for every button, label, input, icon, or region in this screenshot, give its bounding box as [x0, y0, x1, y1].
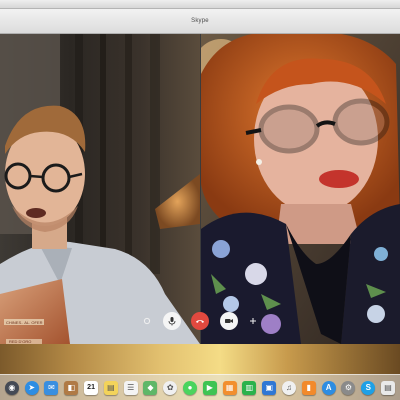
notes-icon[interactable]: ▤	[103, 380, 118, 395]
dock-glyph: ✉	[48, 383, 55, 392]
end-call-icon	[196, 320, 204, 323]
dock-glyph: ◉	[8, 383, 16, 392]
toggle-video-button[interactable]	[219, 312, 238, 330]
maps-icon[interactable]: ◆	[143, 380, 158, 395]
photos-icon[interactable]: ✿	[163, 380, 178, 395]
ibooks-icon[interactable]: ▮	[301, 380, 316, 395]
documents-icon[interactable]: ▤	[381, 380, 396, 395]
circle-dot-icon	[143, 317, 151, 325]
more-options-button[interactable]	[142, 316, 152, 326]
keynote-icon[interactable]: ▣	[262, 380, 277, 395]
facetime-icon[interactable]: ▶	[202, 380, 217, 395]
numbers-icon[interactable]: ▥	[242, 380, 257, 395]
call-controls	[142, 311, 258, 331]
calendar-icon[interactable]: 21	[84, 380, 99, 395]
dock-glyph: ◆	[147, 383, 154, 392]
video-camera-icon	[224, 319, 233, 323]
dock-glyph: ✿	[166, 383, 174, 392]
dock-glyph: ▶	[206, 383, 213, 392]
dock-glyph: ♫	[286, 383, 293, 392]
end-call-button[interactable]	[191, 312, 209, 330]
left-participant-video: CHINES.. AL. OFER RED D'ORO	[0, 34, 200, 344]
dock-glyph: ▣	[265, 383, 274, 392]
dock-glyph: ●	[187, 383, 193, 392]
dock-glyph: ☰	[127, 383, 135, 392]
dock: ◉ ➤ ✉ ◧ 21 ▤ ☰ ◆ ✿ ● ▶ ▦ ▥ ▣ ♫ ▮ A ⚙ S ▤	[0, 374, 400, 400]
window-title: Skype	[191, 18, 209, 24]
itunes-icon[interactable]: ♫	[282, 380, 297, 395]
app-store-icon[interactable]: A	[321, 380, 336, 395]
window-titlebar[interactable]: Skype	[0, 9, 400, 34]
video-feed-left-participant: CHINES.. AL. OFER RED D'ORO	[0, 34, 200, 344]
safari-icon[interactable]: ➤	[24, 380, 39, 395]
plus-icon	[250, 318, 256, 324]
system-preferences-icon[interactable]: ⚙	[341, 380, 356, 395]
right-participant-video	[201, 34, 400, 344]
dock-glyph: ▥	[245, 383, 254, 392]
contacts-icon[interactable]: ◧	[64, 380, 79, 395]
dock-glyph: ◧	[67, 383, 76, 392]
video-feed-right-participant	[201, 34, 400, 344]
reminders-icon[interactable]: ☰	[123, 380, 138, 395]
mail-icon[interactable]: ✉	[44, 380, 59, 395]
microphone-icon	[168, 317, 175, 326]
launchpad-icon[interactable]: ◉	[4, 380, 19, 395]
card-text-line-1: CHINES.. AL. OFER	[6, 320, 43, 325]
mute-microphone-button[interactable]	[162, 312, 181, 330]
dock-glyph: ▦	[225, 383, 234, 392]
add-participant-button[interactable]	[248, 316, 258, 326]
pages-icon[interactable]: ▦	[222, 380, 237, 395]
calendar-date: 21	[87, 384, 95, 391]
skype-icon[interactable]: S	[361, 380, 376, 395]
dock-glyph: ➤	[28, 383, 36, 392]
menu-bar	[0, 0, 400, 9]
dock-glyph: ▮	[306, 383, 312, 392]
dock-glyph: ▤	[107, 383, 115, 392]
skype-window: Skype CHINES.. AL. OFER RED D'ORO	[0, 9, 400, 344]
dock-glyph: ⚙	[344, 383, 353, 392]
dock-glyph: S	[365, 383, 371, 392]
dock-glyph: A	[325, 383, 332, 392]
messages-icon[interactable]: ●	[183, 380, 198, 395]
dock-glyph: ▤	[384, 383, 392, 392]
